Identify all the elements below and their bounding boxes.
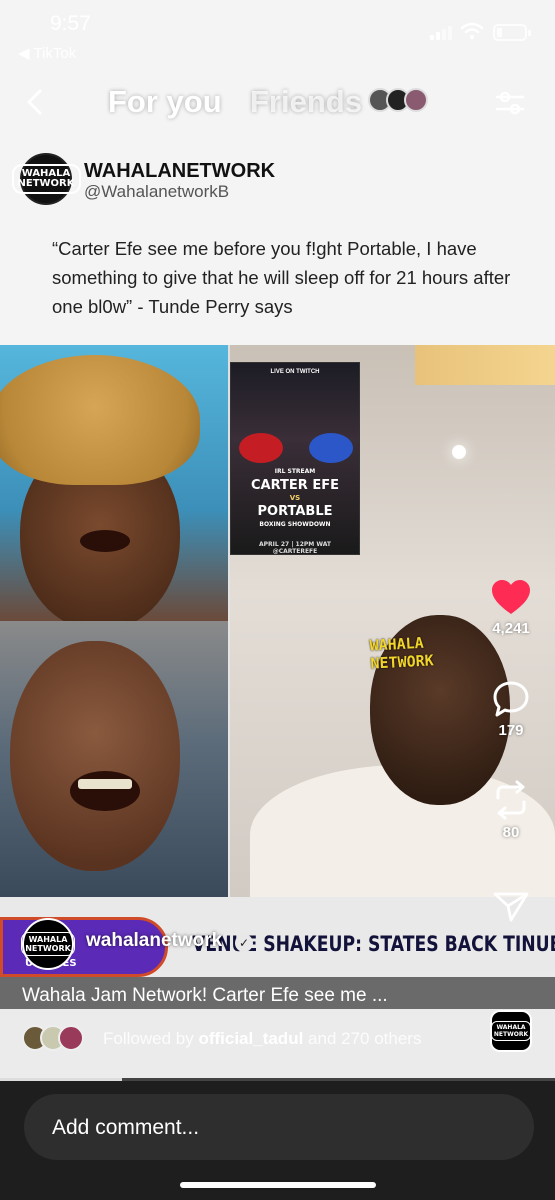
like-button[interactable]: 4,241 [476, 580, 546, 637]
tweet-avatar: WAHALA NETWORK [11, 153, 81, 205]
ceiling-lamp [415, 345, 555, 385]
tweet-account-name: WAHALANETWORK [84, 160, 276, 182]
share-button[interactable] [476, 890, 546, 922]
tweet-card: WAHALA NETWORK WAHALANETWORK @Wahalanetwo… [0, 0, 555, 345]
heart-icon [492, 580, 530, 614]
author-avatar[interactable]: WAHALA NETWORK [21, 918, 75, 970]
tab-for-you[interactable]: For you [108, 84, 222, 120]
filter-icon[interactable] [493, 86, 527, 120]
status-time: 9:57 [50, 12, 91, 35]
repost-icon [496, 780, 526, 820]
poster-date: APRIL 27 | 12PM WAT @CARTEREFE [259, 541, 331, 555]
repost-count: 80 [502, 824, 520, 841]
tweet-handle: @WahalanetworkB [84, 182, 230, 201]
followed-by-text[interactable]: Followed by official_tadul and 270 other… [103, 1029, 421, 1049]
boxing-gloves [239, 433, 353, 463]
person-face [10, 641, 180, 871]
follower-avatars[interactable] [22, 1025, 84, 1051]
verified-badge-icon: ✓ [235, 934, 253, 952]
poster-vs: VS [289, 494, 301, 502]
comment-count: 179 [498, 722, 524, 739]
avatar [58, 1025, 84, 1051]
like-count: 4,241 [492, 620, 530, 637]
repost-button[interactable]: 80 [476, 780, 546, 841]
back-to-app[interactable]: ◀ TikTok [18, 44, 76, 62]
wifi-icon [460, 22, 484, 40]
comment-placeholder[interactable]: Add comment... [52, 1116, 199, 1140]
wahala-logo: WAHALA NETWORK [11, 164, 81, 194]
battery-icon [493, 24, 531, 41]
ceiling-light [452, 445, 466, 459]
red-glove-icon [239, 433, 283, 463]
person-mouth [80, 530, 130, 552]
avatar [404, 88, 428, 112]
video-watermark: WAHALA NETWORK [369, 633, 435, 673]
poster-fighter1: CARTER EFE [251, 478, 339, 493]
comment-button[interactable]: 179 [476, 680, 546, 739]
poster-subtitle: BOXING SHOWDOWN [259, 521, 331, 528]
wahala-logo: WAHALA NETWORK [490, 1021, 532, 1041]
video-player[interactable]: WAHALA NETWORK WAHALANETWORK @Wahalanetwo… [0, 0, 555, 1080]
author-name[interactable]: wahalanetwork [86, 930, 222, 952]
home-indicator [180, 1182, 376, 1188]
poster-live: LIVE ON TWITCH [270, 369, 320, 375]
share-icon [493, 892, 529, 922]
tweet-text: “Carter Efe see me before you f!ght Port… [52, 238, 511, 317]
blue-glove-icon [309, 433, 353, 463]
straw-hat [0, 355, 200, 485]
comment-icon [493, 681, 529, 717]
fight-poster: LIVE ON TWITCH IRL STREAM CARTER EFE VS … [230, 362, 360, 555]
person-mouth [70, 771, 140, 811]
video-caption[interactable]: Wahala Jam Network! Carter Efe see me ..… [22, 985, 388, 1007]
friends-avatars[interactable] [368, 88, 428, 112]
poster-fighter2: PORTABLE [257, 504, 333, 519]
back-arrow-icon[interactable] [20, 86, 52, 118]
signal-icon [430, 26, 452, 40]
person-teeth [78, 779, 132, 789]
video-tile-man-bald [0, 621, 228, 897]
video-tile-man-hat [0, 345, 228, 621]
wahala-logo: WAHALA NETWORK [21, 932, 75, 956]
sound-disc[interactable]: WAHALA NETWORK [490, 1010, 532, 1052]
tab-friends[interactable]: Friends [250, 84, 362, 120]
poster-stream: IRL STREAM [274, 468, 316, 475]
